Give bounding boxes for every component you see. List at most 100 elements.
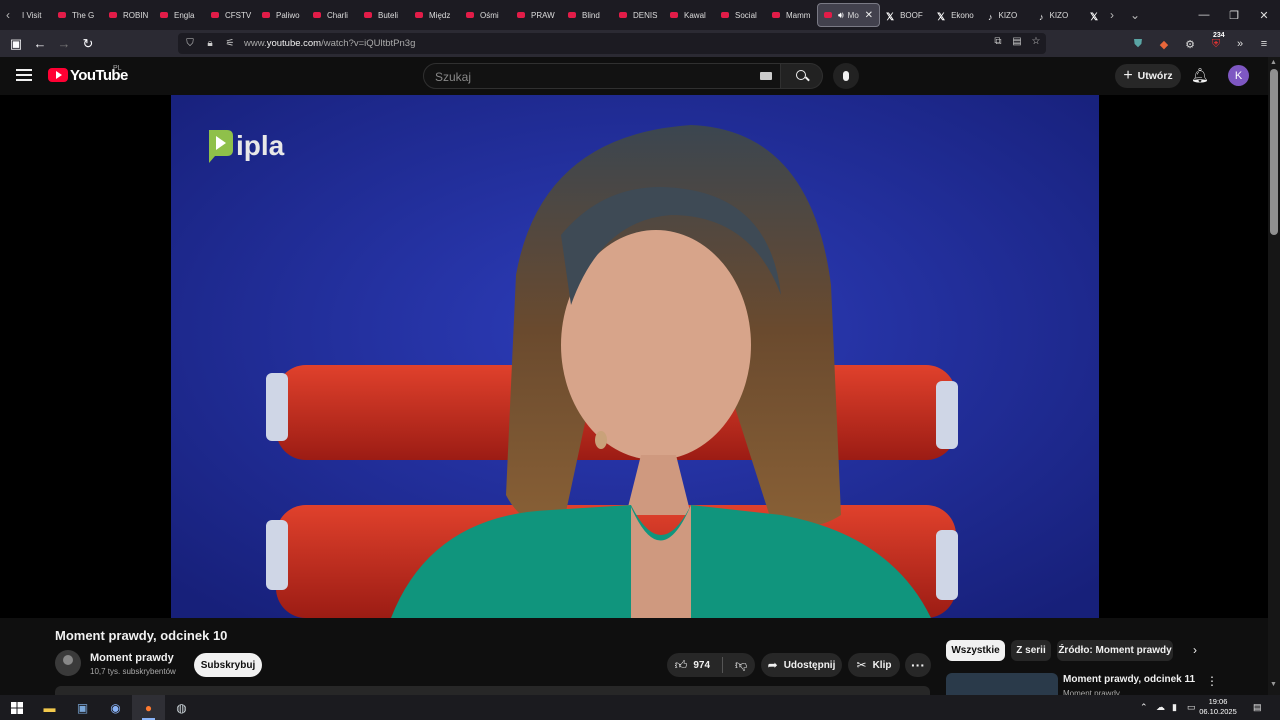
- scroll-down-icon[interactable]: ▼: [1270, 681, 1277, 688]
- channel-avatar[interactable]: [55, 650, 81, 676]
- browser-tab[interactable]: Buteli: [358, 3, 409, 27]
- microphone-tray-icon[interactable]: ▮: [1172, 695, 1177, 720]
- chip-series[interactable]: Z serii: [1011, 640, 1051, 661]
- subscribe-button[interactable]: Subskrybuj: [194, 653, 262, 677]
- app-icon[interactable]: ◍: [165, 695, 198, 720]
- browser-tab[interactable]: Paliwo: [256, 3, 307, 27]
- browser-tab[interactable]: Międz: [409, 3, 460, 27]
- start-button[interactable]: [0, 695, 33, 720]
- share-button[interactable]: ➦ Udostępnij: [761, 653, 842, 677]
- lock-icon[interactable]: 🔒︎: [202, 38, 218, 49]
- overflow-menu-icon[interactable]: »: [1231, 35, 1249, 53]
- browser-tab[interactable]: 𝕏 BOOF: [880, 3, 931, 27]
- reader-view-icon[interactable]: ▤: [1009, 36, 1025, 50]
- browser-tab[interactable]: PRAW: [511, 3, 562, 27]
- search-input[interactable]: Szukaj: [423, 63, 781, 89]
- bookmark-star-icon[interactable]: ☆: [1028, 36, 1044, 50]
- browser-tab-active[interactable]: 🔊︎ Mo ✕: [817, 3, 880, 27]
- app-menu-icon[interactable]: ≡: [1255, 35, 1273, 53]
- browser-tab[interactable]: Blind: [562, 3, 613, 27]
- tiktok-favicon-icon: ♪: [1039, 12, 1044, 22]
- recommendation-title[interactable]: Moment prawdy, odcinek 11: [1063, 674, 1195, 685]
- tab-label: BOOF: [900, 10, 923, 20]
- scrollbar-thumb[interactable]: [1270, 69, 1278, 235]
- tab-label: Kawal: [684, 10, 706, 20]
- shield-icon[interactable]: ⛉: [182, 38, 198, 49]
- minimize-button[interactable]: —: [1188, 0, 1220, 30]
- share-label: Udostępnij: [783, 659, 836, 671]
- tab-list-dropdown-icon[interactable]: ⌄: [1120, 0, 1150, 30]
- audio-playing-icon[interactable]: 🔊︎: [838, 10, 844, 21]
- youtube-favicon-icon: [313, 12, 321, 18]
- restore-button[interactable]: ❐: [1218, 0, 1250, 30]
- video-frame[interactable]: ipla: [171, 95, 1099, 618]
- extensions-puzzle-icon[interactable]: ⚙: [1181, 35, 1199, 53]
- clip-button[interactable]: ✂ Klip: [848, 653, 900, 677]
- browser-tab[interactable]: ♪ KIZO: [1033, 3, 1084, 27]
- sidebar-toggle-icon[interactable]: ▣: [4, 32, 28, 56]
- like-count[interactable]: 974: [693, 660, 710, 671]
- voice-search-button[interactable]: [833, 63, 859, 89]
- scroll-up-icon[interactable]: ▲: [1270, 59, 1277, 66]
- channel-name[interactable]: Moment prawdy: [90, 652, 174, 664]
- search-button[interactable]: [781, 63, 823, 89]
- youtube-favicon-icon: [568, 12, 576, 18]
- firefox-icon[interactable]: ●: [132, 695, 165, 720]
- url-text[interactable]: www.youtube.com/watch?v=iQUltbtPn3g: [244, 38, 415, 49]
- browser-tab[interactable]: I Visit: [16, 3, 52, 27]
- browser-tab[interactable]: ♪ KIZO: [982, 3, 1033, 27]
- permissions-icon[interactable]: ⚟: [222, 38, 238, 49]
- chip-source[interactable]: Źródło: Moment prawdy: [1057, 640, 1173, 661]
- monitor-app-icon[interactable]: ▣: [66, 695, 99, 720]
- extension-ublock-icon[interactable]: ⛨ 234: [1207, 32, 1225, 53]
- network-icon[interactable]: ▭: [1187, 695, 1196, 720]
- taskbar-clock[interactable]: 19:06 06.10.2025: [1196, 697, 1240, 717]
- browser-tab[interactable]: Engla: [154, 3, 205, 27]
- browser-tab[interactable]: The G: [52, 3, 103, 27]
- reload-button[interactable]: ↻: [76, 32, 100, 56]
- like-thumb-icon[interactable]: 👍︎: [675, 658, 688, 673]
- recommendation-menu-icon[interactable]: ⋮: [1206, 674, 1218, 688]
- browser-tab[interactable]: 𝕏: [1084, 3, 1104, 27]
- browser-tab[interactable]: DENIS: [613, 3, 664, 27]
- video-player[interactable]: ipla: [0, 95, 1268, 618]
- address-bar[interactable]: ⛉ 🔒︎ ⚟ www.youtube.com/watch?v=iQUltbtPn…: [178, 33, 1046, 54]
- onedrive-cloud-icon[interactable]: ☁: [1156, 695, 1165, 720]
- extension-fox-icon[interactable]: ◆: [1155, 35, 1173, 53]
- chips-next-icon[interactable]: ›: [1193, 643, 1197, 657]
- keyboard-icon[interactable]: [760, 72, 772, 80]
- youtube-logo-icon[interactable]: [48, 68, 68, 82]
- account-avatar[interactable]: K: [1228, 65, 1249, 86]
- browser-tab[interactable]: Kawal: [664, 3, 715, 27]
- more-actions-button[interactable]: ···: [905, 653, 931, 677]
- forward-button[interactable]: →: [52, 32, 76, 56]
- back-button[interactable]: ←: [28, 32, 52, 56]
- browser-tab[interactable]: Ośmi: [460, 3, 511, 27]
- chip-all[interactable]: Wszystkie: [946, 640, 1005, 661]
- tab-scroll-right-icon[interactable]: ›: [1104, 0, 1120, 30]
- youtube-favicon-icon: [721, 12, 729, 18]
- notifications-icon[interactable]: ▤: [1253, 695, 1262, 720]
- tab-scroll-left-icon[interactable]: ‹: [0, 0, 16, 30]
- guide-menu-icon[interactable]: [16, 69, 32, 81]
- create-button[interactable]: + Utwórz: [1115, 64, 1181, 88]
- recommendation-thumbnail[interactable]: [946, 673, 1058, 695]
- file-explorer-icon[interactable]: ▬: [33, 695, 66, 720]
- steam-icon[interactable]: ◉: [99, 695, 132, 720]
- browser-tab[interactable]: Charli: [307, 3, 358, 27]
- browser-tab[interactable]: 𝕏 Ekono: [931, 3, 982, 27]
- browser-tab[interactable]: Mamm: [766, 3, 817, 27]
- description-box[interactable]: [55, 686, 930, 695]
- browser-tab[interactable]: ROBIN: [103, 3, 154, 27]
- tray-chevron-icon[interactable]: ⌃: [1140, 695, 1148, 720]
- browser-tab[interactable]: Social: [715, 3, 766, 27]
- browser-tab[interactable]: CFSTV: [205, 3, 256, 27]
- extension-shield-icon[interactable]: ⛊: [1129, 35, 1147, 53]
- close-window-button[interactable]: ✕: [1248, 0, 1280, 30]
- dislike-thumb-icon[interactable]: 👎︎: [735, 658, 747, 673]
- page-scrollbar[interactable]: ▲ ▼: [1268, 57, 1280, 695]
- close-tab-icon[interactable]: ✕: [865, 10, 873, 21]
- picture-in-picture-icon[interactable]: ⧉: [990, 36, 1006, 50]
- notifications-bell-icon[interactable]: 🔔︎: [1191, 67, 1209, 85]
- tab-label: Paliwo: [276, 10, 300, 20]
